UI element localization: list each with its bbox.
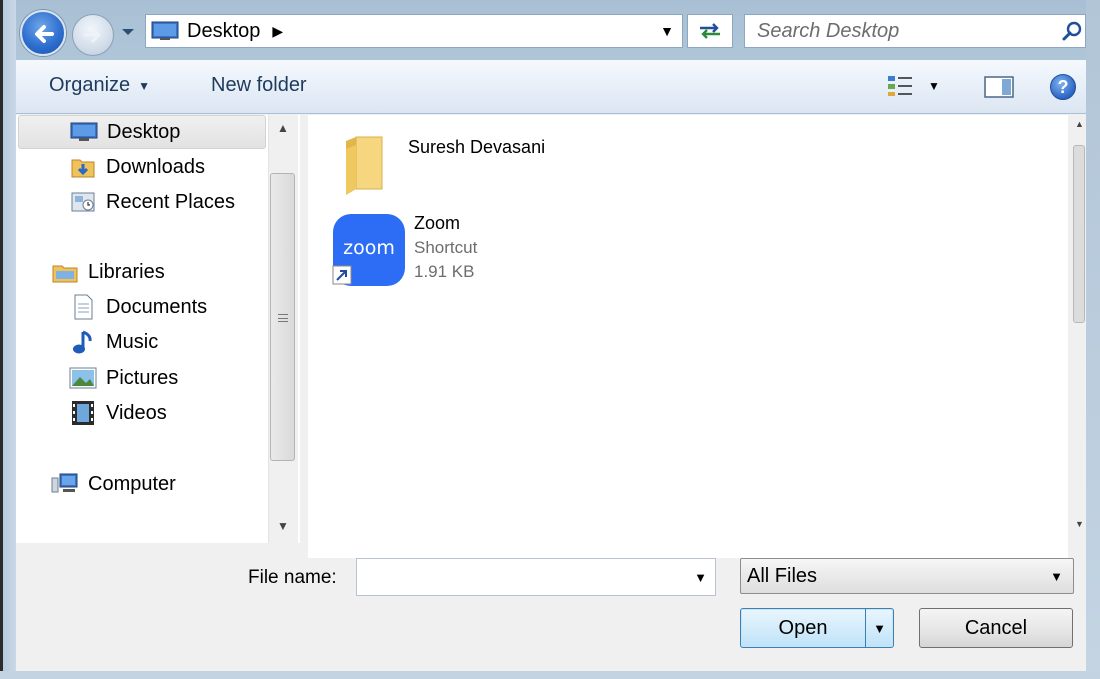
computer-icon <box>50 471 80 497</box>
folder-icon <box>346 136 383 195</box>
forward-arrow-icon <box>83 27 101 43</box>
nav-item-computer[interactable]: Computer <box>50 467 176 501</box>
new-folder-label: New folder <box>211 74 307 96</box>
libraries-icon <box>50 259 80 285</box>
scroll-down-icon[interactable]: ▼ <box>1075 519 1084 529</box>
nav-item-label: Music <box>106 330 159 353</box>
file-type-select[interactable]: All Files ▼ <box>740 558 1074 594</box>
nav-item-label: Documents <box>106 295 208 318</box>
open-button[interactable]: Open ▼ <box>740 608 894 648</box>
nav-item-music[interactable]: Music <box>68 325 158 359</box>
open-label: Open <box>778 616 828 639</box>
search-box[interactable] <box>744 14 1086 48</box>
file-name-dropdown-icon[interactable]: ▼ <box>694 570 707 585</box>
file-name-label: File name: <box>248 567 337 588</box>
file-list: Suresh Devasani zoom Zoom Shortcut 1.91 … <box>308 115 1068 558</box>
documents-icon <box>68 294 98 320</box>
cancel-button[interactable]: Cancel <box>919 608 1073 648</box>
nav-item-label: Videos <box>106 401 167 424</box>
organize-button[interactable]: Organize ▼ <box>49 74 150 97</box>
zoom-logo-text: zoom <box>343 237 395 259</box>
scrollbar-thumb[interactable] <box>270 173 295 461</box>
views-icon <box>888 76 912 96</box>
forward-button[interactable] <box>72 14 114 56</box>
nav-item-label: Downloads <box>106 155 205 178</box>
recent-places-icon <box>68 189 98 215</box>
nav-item-label: Computer <box>88 472 176 495</box>
open-dropdown-icon[interactable]: ▼ <box>865 609 893 647</box>
organize-dropdown-icon: ▼ <box>138 78 151 93</box>
cancel-label: Cancel <box>964 616 1028 639</box>
shortcut-arrow-icon <box>332 265 352 285</box>
nav-item-label: Desktop <box>107 120 181 143</box>
scrollbar-thumb[interactable] <box>1073 145 1085 323</box>
navigation-pane: Desktop Downloads Recent Places Librarie… <box>16 115 300 543</box>
nav-item-label: Libraries <box>88 260 165 283</box>
address-bar[interactable]: Desktop ▶ ▼ <box>145 14 683 48</box>
window-frame-left <box>0 0 16 679</box>
scroll-down-icon[interactable]: ▼ <box>277 519 289 533</box>
scroll-up-icon[interactable]: ▲ <box>1075 119 1084 129</box>
desktop-icon <box>69 119 99 145</box>
nav-item-recent-places[interactable]: Recent Places <box>68 185 235 219</box>
file-type-value: All Files <box>747 564 818 587</box>
list-item[interactable]: zoom Zoom Shortcut 1.91 KB <box>332 213 477 287</box>
file-name: Suresh Devasani <box>408 137 546 157</box>
nav-item-label: Recent Places <box>106 190 235 213</box>
desktop-icon <box>151 21 179 40</box>
window-frame-bottom <box>0 671 1100 679</box>
pictures-icon <box>68 365 98 391</box>
preview-pane-icon[interactable] <box>984 76 1014 98</box>
file-name-combobox[interactable]: ▼ <box>356 558 716 596</box>
zoom-shortcut-icon: zoom <box>332 213 406 287</box>
organize-label: Organize <box>49 74 131 96</box>
refresh-button[interactable] <box>687 14 733 48</box>
change-view-button[interactable]: ▼ <box>886 74 940 98</box>
nav-item-label: Pictures <box>106 366 179 389</box>
refresh-icon <box>700 23 720 39</box>
music-icon <box>68 329 98 355</box>
file-size: 1.91 KB <box>414 262 475 281</box>
file-type-dropdown-icon: ▼ <box>1050 568 1063 584</box>
videos-icon <box>68 400 98 426</box>
views-dropdown-icon: ▼ <box>928 79 940 93</box>
breadcrumb-arrow-icon[interactable]: ▶ <box>272 23 283 40</box>
nav-item-videos[interactable]: Videos <box>68 396 167 430</box>
nav-item-desktop[interactable]: Desktop <box>18 115 266 149</box>
help-icon[interactable]: ? <box>1050 74 1076 100</box>
nav-item-documents[interactable]: Documents <box>68 290 207 324</box>
file-name: Zoom <box>414 213 461 233</box>
command-toolbar: Organize ▼ New folder ▼ ? <box>16 60 1086 114</box>
recent-pages-chevron-icon[interactable] <box>120 26 136 38</box>
back-arrow-icon <box>35 25 54 43</box>
back-button[interactable] <box>20 10 66 56</box>
search-input[interactable] <box>757 19 1047 43</box>
nav-item-downloads[interactable]: Downloads <box>68 150 205 184</box>
address-location[interactable]: Desktop <box>187 20 260 43</box>
navigation-scrollbar[interactable]: ▲ ▼ <box>268 115 298 543</box>
file-name-input[interactable] <box>363 566 683 588</box>
window-frame-right <box>1086 0 1100 679</box>
nav-item-pictures[interactable]: Pictures <box>68 361 178 395</box>
file-list-scrollbar[interactable]: ▲ ▼ <box>1072 115 1086 543</box>
new-folder-button[interactable]: New folder <box>211 74 307 97</box>
scroll-up-icon[interactable]: ▲ <box>277 121 289 135</box>
file-dialog: Organize ▼ New folder ▼ ? Desktop Downlo… <box>16 60 1086 672</box>
grip-icon <box>278 314 288 322</box>
list-item[interactable]: Suresh Devasani <box>342 135 545 197</box>
downloads-icon <box>68 154 98 180</box>
search-icon[interactable] <box>1061 20 1083 42</box>
address-dropdown-icon[interactable]: ▼ <box>660 23 674 39</box>
nav-item-libraries[interactable]: Libraries <box>50 255 165 289</box>
file-type: Shortcut <box>414 238 478 257</box>
